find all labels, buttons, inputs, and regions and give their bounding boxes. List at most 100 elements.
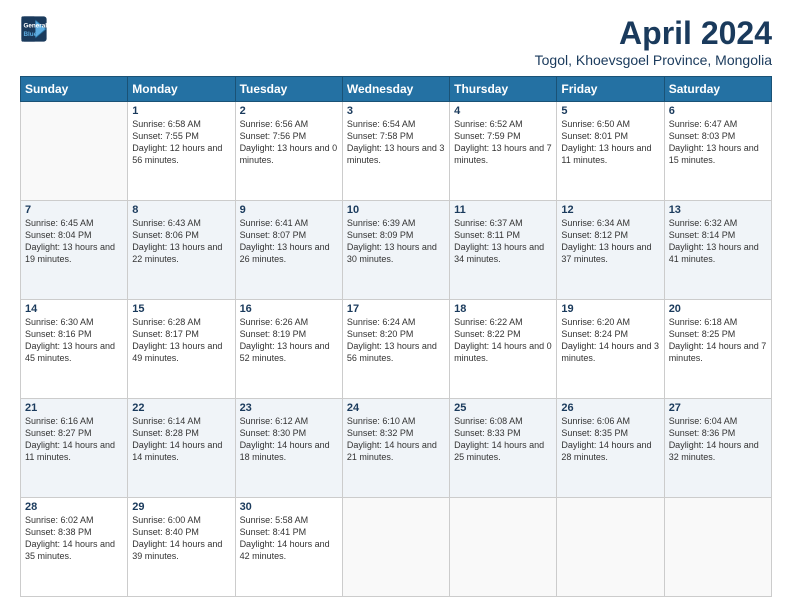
- day-number: 19: [561, 303, 659, 315]
- day-number: 20: [669, 303, 767, 315]
- calendar-table: Sunday Monday Tuesday Wednesday Thursday…: [20, 76, 772, 597]
- day-number: 16: [240, 303, 338, 315]
- day-number: 17: [347, 303, 445, 315]
- table-row: [450, 498, 557, 597]
- day-info: Sunrise: 6:18 AMSunset: 8:25 PMDaylight:…: [669, 316, 767, 365]
- day-info: Sunrise: 6:16 AMSunset: 8:27 PMDaylight:…: [25, 415, 123, 464]
- svg-text:General: General: [24, 23, 48, 30]
- day-info: Sunrise: 6:43 AMSunset: 8:06 PMDaylight:…: [132, 217, 230, 266]
- day-info: Sunrise: 6:47 AMSunset: 8:03 PMDaylight:…: [669, 118, 767, 167]
- day-number: 6: [669, 105, 767, 117]
- day-info: Sunrise: 6:02 AMSunset: 8:38 PMDaylight:…: [25, 514, 123, 563]
- table-row: 10Sunrise: 6:39 AMSunset: 8:09 PMDayligh…: [342, 201, 449, 300]
- day-info: Sunrise: 6:54 AMSunset: 7:58 PMDaylight:…: [347, 118, 445, 167]
- col-monday: Monday: [128, 77, 235, 102]
- table-row: 1Sunrise: 6:58 AMSunset: 7:55 PMDaylight…: [128, 102, 235, 201]
- table-row: 17Sunrise: 6:24 AMSunset: 8:20 PMDayligh…: [342, 300, 449, 399]
- logo-icon: General Blue: [20, 15, 48, 43]
- day-number: 11: [454, 204, 552, 216]
- day-number: 8: [132, 204, 230, 216]
- day-number: 9: [240, 204, 338, 216]
- col-saturday: Saturday: [664, 77, 771, 102]
- calendar-week-3: 14Sunrise: 6:30 AMSunset: 8:16 PMDayligh…: [21, 300, 772, 399]
- table-row: 4Sunrise: 6:52 AMSunset: 7:59 PMDaylight…: [450, 102, 557, 201]
- day-number: 4: [454, 105, 552, 117]
- day-number: 14: [25, 303, 123, 315]
- table-row: 20Sunrise: 6:18 AMSunset: 8:25 PMDayligh…: [664, 300, 771, 399]
- day-info: Sunrise: 6:45 AMSunset: 8:04 PMDaylight:…: [25, 217, 123, 266]
- day-info: Sunrise: 6:37 AMSunset: 8:11 PMDaylight:…: [454, 217, 552, 266]
- table-row: 7Sunrise: 6:45 AMSunset: 8:04 PMDaylight…: [21, 201, 128, 300]
- day-info: Sunrise: 6:14 AMSunset: 8:28 PMDaylight:…: [132, 415, 230, 464]
- day-info: Sunrise: 6:12 AMSunset: 8:30 PMDaylight:…: [240, 415, 338, 464]
- day-number: 5: [561, 105, 659, 117]
- day-number: 1: [132, 105, 230, 117]
- col-sunday: Sunday: [21, 77, 128, 102]
- table-row: 13Sunrise: 6:32 AMSunset: 8:14 PMDayligh…: [664, 201, 771, 300]
- table-row: 24Sunrise: 6:10 AMSunset: 8:32 PMDayligh…: [342, 399, 449, 498]
- day-number: 23: [240, 402, 338, 414]
- table-row: 8Sunrise: 6:43 AMSunset: 8:06 PMDaylight…: [128, 201, 235, 300]
- day-info: Sunrise: 6:39 AMSunset: 8:09 PMDaylight:…: [347, 217, 445, 266]
- day-info: Sunrise: 6:30 AMSunset: 8:16 PMDaylight:…: [25, 316, 123, 365]
- day-number: 10: [347, 204, 445, 216]
- day-info: Sunrise: 6:00 AMSunset: 8:40 PMDaylight:…: [132, 514, 230, 563]
- day-number: 27: [669, 402, 767, 414]
- day-info: Sunrise: 6:08 AMSunset: 8:33 PMDaylight:…: [454, 415, 552, 464]
- table-row: 30Sunrise: 5:58 AMSunset: 8:41 PMDayligh…: [235, 498, 342, 597]
- table-row: 26Sunrise: 6:06 AMSunset: 8:35 PMDayligh…: [557, 399, 664, 498]
- day-number: 18: [454, 303, 552, 315]
- table-row: 21Sunrise: 6:16 AMSunset: 8:27 PMDayligh…: [21, 399, 128, 498]
- table-row: 3Sunrise: 6:54 AMSunset: 7:58 PMDaylight…: [342, 102, 449, 201]
- calendar-week-4: 21Sunrise: 6:16 AMSunset: 8:27 PMDayligh…: [21, 399, 772, 498]
- day-info: Sunrise: 6:10 AMSunset: 8:32 PMDaylight:…: [347, 415, 445, 464]
- day-number: 21: [25, 402, 123, 414]
- table-row: 22Sunrise: 6:14 AMSunset: 8:28 PMDayligh…: [128, 399, 235, 498]
- col-friday: Friday: [557, 77, 664, 102]
- day-number: 22: [132, 402, 230, 414]
- col-wednesday: Wednesday: [342, 77, 449, 102]
- table-row: [664, 498, 771, 597]
- col-tuesday: Tuesday: [235, 77, 342, 102]
- table-row: 9Sunrise: 6:41 AMSunset: 8:07 PMDaylight…: [235, 201, 342, 300]
- table-row: 28Sunrise: 6:02 AMSunset: 8:38 PMDayligh…: [21, 498, 128, 597]
- table-row: 15Sunrise: 6:28 AMSunset: 8:17 PMDayligh…: [128, 300, 235, 399]
- table-row: 25Sunrise: 6:08 AMSunset: 8:33 PMDayligh…: [450, 399, 557, 498]
- day-info: Sunrise: 6:41 AMSunset: 8:07 PMDaylight:…: [240, 217, 338, 266]
- table-row: 14Sunrise: 6:30 AMSunset: 8:16 PMDayligh…: [21, 300, 128, 399]
- table-row: 27Sunrise: 6:04 AMSunset: 8:36 PMDayligh…: [664, 399, 771, 498]
- page: General Blue April 2024 Togol, Khoevsgoe…: [0, 0, 792, 612]
- logo: General Blue: [20, 15, 48, 43]
- day-number: 29: [132, 501, 230, 513]
- day-info: Sunrise: 6:32 AMSunset: 8:14 PMDaylight:…: [669, 217, 767, 266]
- day-info: Sunrise: 5:58 AMSunset: 8:41 PMDaylight:…: [240, 514, 338, 563]
- day-info: Sunrise: 6:20 AMSunset: 8:24 PMDaylight:…: [561, 316, 659, 365]
- col-thursday: Thursday: [450, 77, 557, 102]
- day-info: Sunrise: 6:22 AMSunset: 8:22 PMDaylight:…: [454, 316, 552, 365]
- table-row: 23Sunrise: 6:12 AMSunset: 8:30 PMDayligh…: [235, 399, 342, 498]
- table-row: 19Sunrise: 6:20 AMSunset: 8:24 PMDayligh…: [557, 300, 664, 399]
- day-info: Sunrise: 6:04 AMSunset: 8:36 PMDaylight:…: [669, 415, 767, 464]
- table-row: [342, 498, 449, 597]
- day-info: Sunrise: 6:28 AMSunset: 8:17 PMDaylight:…: [132, 316, 230, 365]
- table-row: 6Sunrise: 6:47 AMSunset: 8:03 PMDaylight…: [664, 102, 771, 201]
- table-row: 11Sunrise: 6:37 AMSunset: 8:11 PMDayligh…: [450, 201, 557, 300]
- day-info: Sunrise: 6:52 AMSunset: 7:59 PMDaylight:…: [454, 118, 552, 167]
- day-info: Sunrise: 6:26 AMSunset: 8:19 PMDaylight:…: [240, 316, 338, 365]
- day-info: Sunrise: 6:24 AMSunset: 8:20 PMDaylight:…: [347, 316, 445, 365]
- day-number: 13: [669, 204, 767, 216]
- day-number: 15: [132, 303, 230, 315]
- table-row: 12Sunrise: 6:34 AMSunset: 8:12 PMDayligh…: [557, 201, 664, 300]
- table-row: 18Sunrise: 6:22 AMSunset: 8:22 PMDayligh…: [450, 300, 557, 399]
- page-title: April 2024: [535, 15, 772, 52]
- title-block: April 2024 Togol, Khoevsgoel Province, M…: [535, 15, 772, 68]
- day-info: Sunrise: 6:58 AMSunset: 7:55 PMDaylight:…: [132, 118, 230, 167]
- day-info: Sunrise: 6:50 AMSunset: 8:01 PMDaylight:…: [561, 118, 659, 167]
- table-row: 16Sunrise: 6:26 AMSunset: 8:19 PMDayligh…: [235, 300, 342, 399]
- day-number: 3: [347, 105, 445, 117]
- day-number: 30: [240, 501, 338, 513]
- table-row: 2Sunrise: 6:56 AMSunset: 7:56 PMDaylight…: [235, 102, 342, 201]
- day-number: 24: [347, 402, 445, 414]
- day-number: 7: [25, 204, 123, 216]
- calendar-header-row: Sunday Monday Tuesday Wednesday Thursday…: [21, 77, 772, 102]
